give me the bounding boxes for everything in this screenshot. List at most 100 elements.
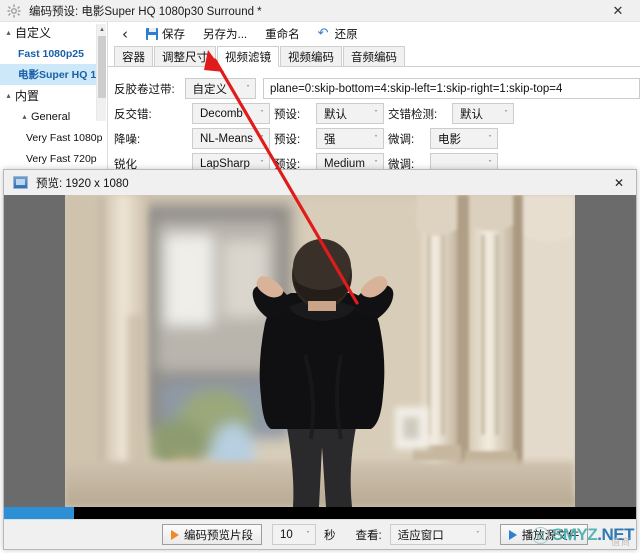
close-icon[interactable]: ✕ <box>596 0 640 22</box>
sharpen-preset-value: Medium <box>324 157 365 170</box>
sidebar-item-very-fast-1080p[interactable]: Very Fast 1080p <box>0 127 106 148</box>
preview-close-icon[interactable]: ✕ <box>602 170 636 195</box>
sidebar-item-fast-1080p25[interactable]: Fast 1080p25 <box>0 43 106 64</box>
view-label: 查看: <box>355 529 382 542</box>
rename-button[interactable]: 重命名 <box>257 23 308 45</box>
interlace-detection-value: 默认 <box>460 108 483 121</box>
undo-icon: ↶ <box>317 26 329 41</box>
chevron-down-icon: ˇ <box>260 109 264 118</box>
chevron-down-icon: ˇ <box>488 134 492 143</box>
sidebar-item-label: 内置 <box>15 89 40 103</box>
restore-button[interactable]: ↶ 还原 <box>310 23 366 45</box>
save-button-label: 保存 <box>162 29 185 41</box>
restore-button-label: 还原 <box>334 29 358 41</box>
chevron-down-icon: ˇ <box>374 134 378 143</box>
detelecine-custom-value: plane=0:skip-bottom=4:skip-left=1:skip-r… <box>269 82 563 95</box>
chevron-down-icon: ˇ <box>488 159 492 168</box>
view-mode-select[interactable]: 适应窗口 ˇ <box>389 524 486 545</box>
sharpen-value: LapSharp <box>200 157 250 170</box>
deinterlace-preset-label: 预设: <box>274 108 301 121</box>
preview-window: 预览: 1920 x 1080 ✕ 编码预览片段 10 ˇ 秒 查看: 适应窗口… <box>3 169 637 550</box>
preview-video-frame <box>65 195 575 507</box>
tab-container[interactable]: 容器 <box>114 46 153 66</box>
chevron-down-icon: ▴ <box>6 27 11 37</box>
application-window: 编码预设: 电影Super HQ 1080p30 Surround * ✕ ▴ … <box>0 0 640 553</box>
detelecine-value: 自定义 <box>192 83 228 96</box>
denoise-preset-value: 强 <box>324 133 336 146</box>
denoise-tune-label: 微调: <box>388 133 415 146</box>
denoise-select[interactable]: NL-Means ˇ <box>192 128 270 149</box>
sidebar-scrollbar[interactable]: ▲ <box>96 24 106 121</box>
seconds-label: 秒 <box>324 529 336 542</box>
scroll-up-icon[interactable]: ▲ <box>98 24 106 35</box>
chevron-down-icon: ˇ <box>374 159 378 168</box>
denoise-tune-value: 电影 <box>438 133 461 146</box>
watermark-subtext: 值商 <box>610 537 631 547</box>
chevron-down-icon: ▴ <box>22 111 27 121</box>
encode-preview-label: 编码预览片段 <box>184 529 253 542</box>
play-orange-icon <box>171 529 179 540</box>
monitor-icon <box>13 176 28 189</box>
tab-label: 容器 <box>122 51 145 64</box>
sidebar-item-builtin-group[interactable]: ▴ 内置 <box>0 85 106 106</box>
tab-label: 视频滤镜 <box>225 51 271 64</box>
detelecine-select[interactable]: 自定义 ˇ <box>184 78 256 99</box>
preview-frame-graphic <box>65 195 575 507</box>
chevron-down-icon: ˇ <box>374 109 378 118</box>
tab-audio-encoding[interactable]: 音频编码 <box>343 46 405 66</box>
sidebar-item-very-fast-720p[interactable]: Very Fast 720p <box>0 148 106 169</box>
row-deinterlace: 反交错: Decomb ˇ 预设: 默认 ˇ 交错检测: 默认 ˇ <box>114 101 640 126</box>
sidebar-item-label: Very Fast 720p <box>26 152 97 165</box>
preview-progress-fill <box>4 507 74 519</box>
tab-resize[interactable]: 调整尺寸 <box>154 46 216 66</box>
preview-progress-bar[interactable] <box>4 507 636 519</box>
denoise-value: NL-Means <box>200 132 254 145</box>
deinterlace-preset-value: 默认 <box>324 108 347 121</box>
encode-preview-button[interactable]: 编码预览片段 <box>162 524 262 545</box>
window-titlebar: 编码预设: 电影Super HQ 1080p30 Surround * ✕ <box>0 0 640 22</box>
tab-video-encoding[interactable]: 视频编码 <box>280 46 342 66</box>
deinterlace-select[interactable]: Decomb ˇ <box>192 103 270 124</box>
save-as-button[interactable]: 另存为... <box>195 23 255 45</box>
chevron-down-icon: ˇ <box>306 530 310 539</box>
sidebar-item-custom-group[interactable]: ▴ 自定义 <box>0 22 106 43</box>
tab-video-filters[interactable]: 视频滤镜 <box>217 46 279 67</box>
settings-panel: ‹ 保存 另存为... 重命名 ↶ 还原 容器 调整尺寸 视频滤镜 视频编码 音… <box>107 22 640 172</box>
deinterlace-preset-select[interactable]: 默认 ˇ <box>316 103 384 124</box>
command-toolbar: ‹ 保存 另存为... 重命名 ↶ 还原 <box>108 22 640 46</box>
denoise-preset-select[interactable]: 强 ˇ <box>316 128 384 149</box>
chevron-down-icon: ˇ <box>260 134 264 143</box>
preview-stage <box>4 195 636 519</box>
chevron-down-icon: ▴ <box>6 90 11 100</box>
detelecine-custom-input[interactable]: plane=0:skip-bottom=4:skip-left=1:skip-r… <box>262 78 640 99</box>
save-button[interactable]: 保存 <box>138 23 193 45</box>
denoise-label: 降噪: <box>114 133 141 146</box>
settings-tabs: 容器 调整尺寸 视频滤镜 视频编码 音频编码 <box>108 46 640 67</box>
window-title: 编码预设: 电影Super HQ 1080p30 Surround * <box>29 5 262 18</box>
interlace-detection-select[interactable]: 默认 ˇ <box>452 103 514 124</box>
gear-icon <box>7 3 21 18</box>
sidebar-item-label: Fast 1080p25 <box>18 47 84 60</box>
filters-settings-grid: 反胶卷过带: 自定义 ˇ plane=0:skip-bottom=4:skip-… <box>108 67 640 172</box>
row-denoise: 降噪: NL-Means ˇ 预设: 强 ˇ 微调: 电影 ˇ <box>114 126 640 151</box>
tab-label: 视频编码 <box>288 51 334 64</box>
denoise-tune-select[interactable]: 电影 ˇ <box>430 128 498 149</box>
deinterlace-label: 反交错: <box>114 108 152 121</box>
detelecine-label: 反胶卷过带: <box>114 83 175 96</box>
sidebar-item-label: General <box>31 110 71 123</box>
sidebar-item-label: 电影Super HQ 10 <box>18 69 103 81</box>
save-as-button-label: 另存为... <box>203 29 248 41</box>
seconds-value: 10 <box>280 528 293 541</box>
denoise-preset-label: 预设: <box>274 133 301 146</box>
sidebar-item-general[interactable]: ▴ General <box>0 106 106 127</box>
seconds-select[interactable]: 10 ˇ <box>272 524 316 545</box>
back-icon[interactable]: ‹ <box>114 23 136 45</box>
sidebar-item-movie-super-hq[interactable]: 电影Super HQ 10 <box>0 64 106 85</box>
scrollbar-thumb[interactable] <box>98 36 106 98</box>
preview-titlebar: 预览: 1920 x 1080 ✕ <box>4 170 636 195</box>
chevron-down-icon: ˇ <box>504 109 508 118</box>
preset-tree-sidebar[interactable]: ▴ 自定义 Fast 1080p25 电影Super HQ 10 ▴ 内置 ▴ … <box>0 22 106 172</box>
preview-toolbar: 编码预览片段 10 ˇ 秒 查看: 适应窗口 ˇ 播放源文件 值 SMYZ.NE… <box>4 519 636 549</box>
sidebar-item-label: 自定义 <box>15 26 52 40</box>
watermark-text-main: SMYZ <box>552 525 598 544</box>
